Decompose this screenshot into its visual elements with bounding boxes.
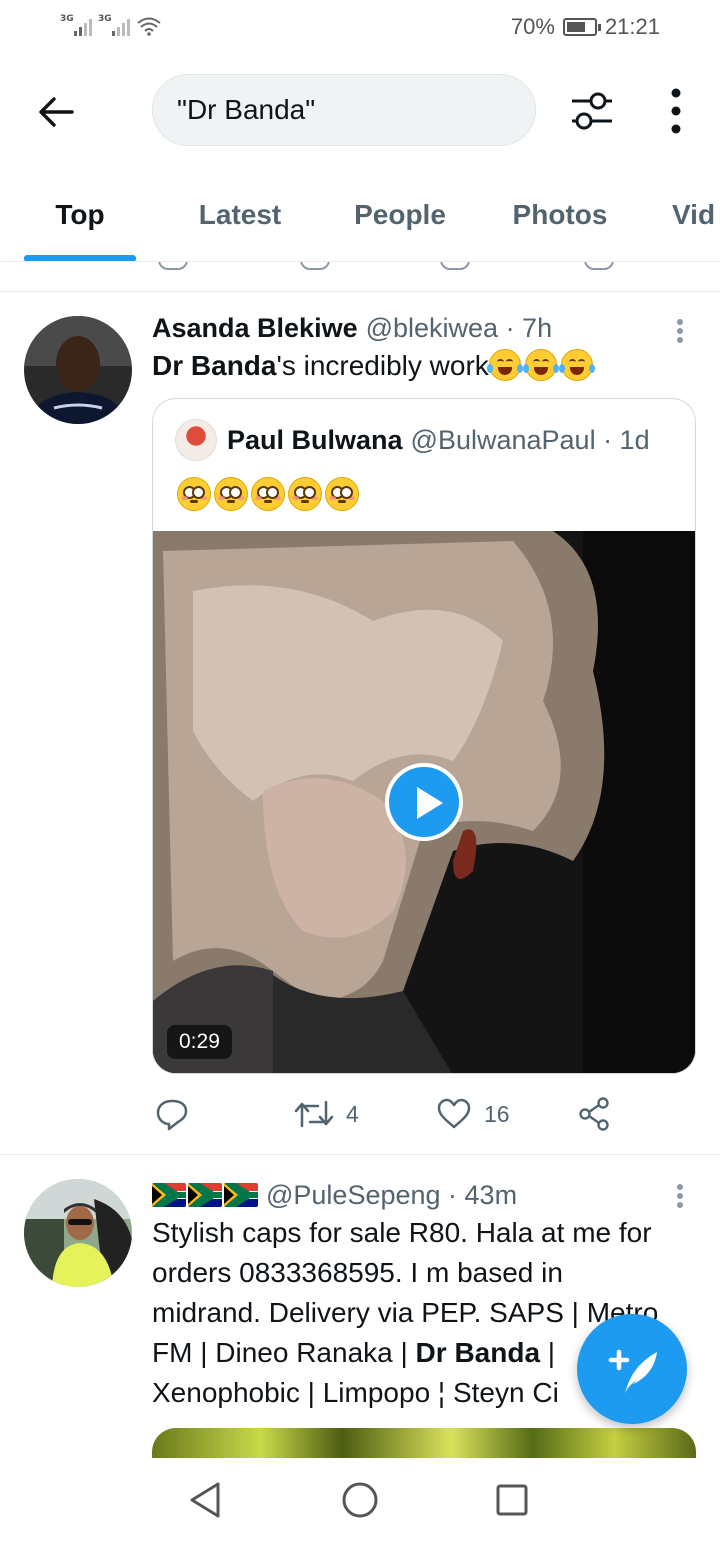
battery-percent: 70% — [510, 14, 555, 39]
tweet-text-line: Stylish caps for sale R80. Hala at me fo… — [152, 1217, 652, 1248]
retweet-icon — [300, 262, 330, 270]
nav-back-button[interactable] — [184, 1478, 228, 1522]
reply-icon — [158, 262, 188, 270]
tab-label: Latest — [198, 198, 282, 230]
sliders-icon — [572, 92, 612, 130]
compose-tweet-button[interactable] — [577, 1314, 687, 1424]
tab-people[interactable]: People — [340, 167, 460, 261]
tweet-menu-button[interactable] — [668, 1181, 692, 1213]
quoted-tweet[interactable]: Paul Bulwana @BulwanaPaul · 1d 😳😳😳😳😳 0:2… — [152, 398, 696, 1074]
wifi-icon — [137, 17, 161, 36]
tweet-text: Dr Banda's incredibly work😂😂😂 — [152, 346, 696, 386]
triangle-back-icon — [190, 1482, 220, 1518]
tweet-menu-button[interactable] — [668, 316, 692, 348]
active-tab-indicator — [24, 255, 136, 261]
laughing-emoji-icon — [522, 349, 559, 381]
quoted-avatar[interactable] — [175, 419, 217, 461]
highlighted-term: Dr Banda — [152, 350, 277, 381]
battery-icon — [562, 18, 601, 36]
tweet-text-segment: | — [540, 1337, 556, 1368]
retweet-icon — [294, 1100, 334, 1128]
more-options-button[interactable] — [654, 86, 698, 136]
tab-label: Top — [55, 198, 105, 230]
clock: 21:21 — [604, 14, 660, 39]
share-icon — [584, 262, 614, 270]
quoted-author-name: Paul Bulwana — [227, 424, 403, 455]
flushed-emoji-icon — [288, 477, 322, 511]
nav-home-button[interactable] — [338, 1478, 382, 1522]
like-icon — [440, 262, 470, 270]
search-tabs: Top Latest People Photos Vid — [0, 167, 720, 262]
tweet-text-line: orders 0833368595. I m based in — [152, 1257, 563, 1288]
search-query: "Dr Banda" — [177, 94, 316, 125]
author-name-flags[interactable]: 🇿🇦🇿🇦🇿🇦 — [152, 1183, 258, 1207]
reply-button[interactable] — [154, 1090, 202, 1138]
nav-recents-button[interactable] — [490, 1478, 534, 1522]
flushed-emoji-icon — [177, 477, 211, 511]
search-header: "Dr Banda" — [0, 52, 720, 167]
share-button[interactable] — [576, 1090, 612, 1138]
video-duration: 0:29 — [167, 1025, 232, 1059]
laughing-emoji-icon — [558, 349, 595, 381]
author-handle-time[interactable]: @blekiwea · 7h — [366, 310, 553, 346]
tab-videos[interactable]: Vid — [672, 167, 720, 261]
search-input[interactable]: "Dr Banda" — [152, 74, 536, 146]
share-icon — [579, 1097, 609, 1131]
south-africa-flag-icon — [224, 1183, 258, 1207]
quoted-author-handle-time: @BulwanaPaul · 1d — [410, 424, 650, 455]
tweet-text-segment: FM | Dineo Ranaka | — [152, 1337, 416, 1368]
tab-latest[interactable]: Latest — [180, 167, 300, 261]
south-africa-flag-icon — [188, 1183, 222, 1207]
tab-label: Vid — [672, 198, 716, 230]
avatar[interactable] — [24, 1179, 132, 1287]
flushed-emoji-icon — [251, 477, 285, 511]
search-filter-button[interactable] — [566, 86, 618, 136]
author-handle-time[interactable]: @PuleSepeng · 43m — [266, 1177, 517, 1213]
network-type-label: 3G — [60, 14, 74, 24]
back-button[interactable] — [32, 88, 80, 136]
retweet-count: 4 — [346, 1100, 359, 1127]
flushed-emoji-icon — [325, 477, 359, 511]
retweet-button[interactable]: 4 — [294, 1090, 359, 1138]
network-type-label: 3G — [98, 14, 112, 24]
play-button[interactable] — [385, 763, 463, 841]
previous-tweet-actions — [0, 262, 720, 292]
heart-icon — [437, 1098, 471, 1129]
compose-tweet-icon — [608, 1349, 657, 1394]
signal-icon: 3G — [98, 14, 130, 36]
tab-label: People — [354, 198, 446, 230]
tweet-text-content: 's incredibly work — [276, 350, 489, 381]
tweet-actions: 4 16 — [152, 1090, 696, 1138]
south-africa-flag-icon — [152, 1183, 186, 1207]
tab-top[interactable]: Top — [24, 167, 136, 261]
flushed-emoji-icon — [214, 477, 248, 511]
tab-photos[interactable]: Photos — [500, 167, 620, 261]
square-recents-icon — [496, 1484, 528, 1516]
like-count: 16 — [484, 1100, 510, 1127]
laughing-emoji-icon — [486, 349, 523, 381]
author-name[interactable]: Asanda Blekiwe — [152, 310, 358, 346]
reply-icon — [156, 1099, 188, 1131]
tab-label: Photos — [512, 198, 608, 230]
arrow-left-icon — [39, 97, 74, 127]
quoted-tweet-text: 😳😳😳😳😳 — [177, 477, 362, 511]
signal-icon: 3G — [60, 14, 92, 36]
video-player[interactable]: 0:29 — [153, 531, 695, 1073]
avatar[interactable] — [24, 316, 132, 424]
system-navigation-bar — [0, 1458, 720, 1541]
more-vertical-icon — [671, 88, 681, 134]
circle-home-icon — [342, 1482, 378, 1518]
highlighted-term: Dr Banda — [415, 1337, 541, 1368]
like-button[interactable]: 16 — [436, 1090, 510, 1138]
status-bar: 3G 3G 70% 21:21 — [0, 0, 720, 52]
